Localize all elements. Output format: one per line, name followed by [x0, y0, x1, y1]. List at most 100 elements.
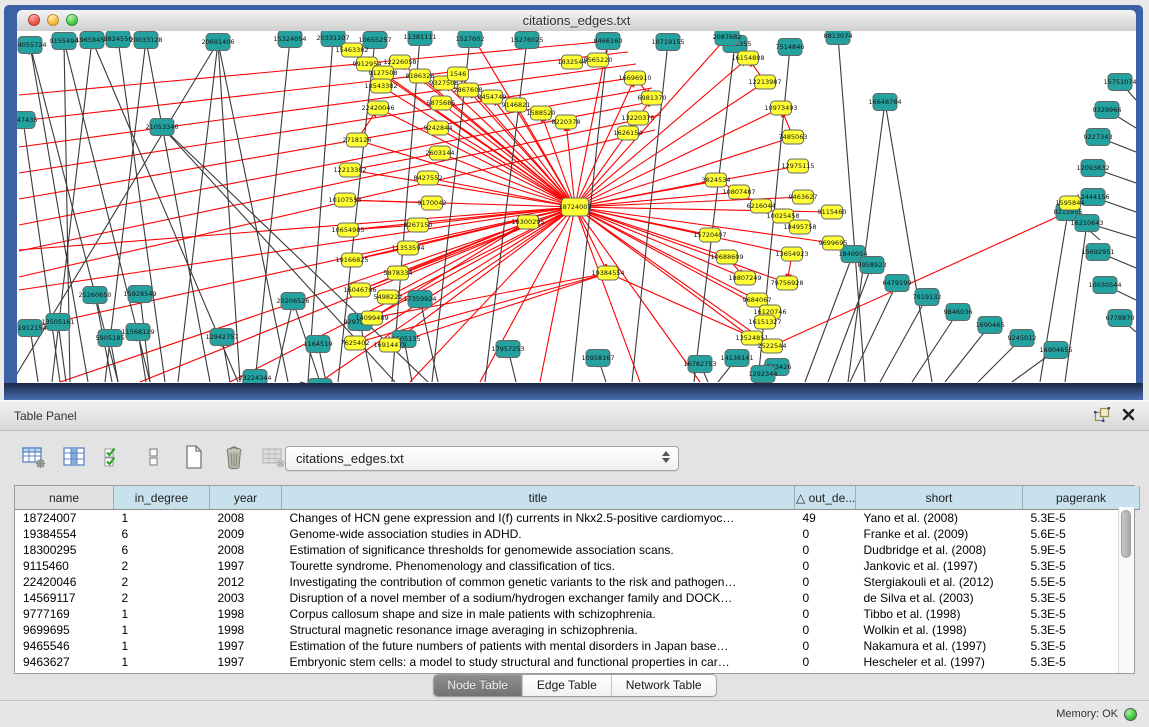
table-cell[interactable]: 6 [114, 526, 210, 542]
table-cell[interactable]: 2009 [210, 526, 282, 542]
graph-node[interactable]: 11381111 [403, 31, 436, 46]
table-cell[interactable]: 18724007 [15, 510, 114, 527]
tab-network-table[interactable]: Network Table [612, 675, 716, 696]
graph-node[interactable]: 16046786 [343, 283, 376, 297]
graph-node[interactable]: 20206526 [276, 293, 309, 310]
graph-node[interactable]: 8466160 [594, 33, 623, 50]
graph-node[interactable]: 9463627 [789, 190, 818, 204]
table-cell[interactable]: 0 [795, 526, 856, 542]
graph-node[interactable]: 9565220 [584, 53, 613, 67]
table-row[interactable]: 1830029562008Estimation of significance … [15, 542, 1140, 558]
column-header-pagerank[interactable]: pagerank [1023, 486, 1140, 510]
table-cell[interactable]: 9777169 [15, 606, 114, 622]
graph-node[interactable]: 12213382 [333, 163, 366, 177]
table-cell[interactable]: Changes of HCN gene expression and I(f) … [282, 510, 795, 527]
table-row[interactable]: 946554611997Estimation of the future num… [15, 638, 1140, 654]
graph-node[interactable]: 9329966 [1093, 102, 1122, 119]
float-window-icon[interactable] [1094, 407, 1110, 427]
graph-node[interactable]: 1690465 [976, 317, 1005, 334]
new-table-icon[interactable] [180, 444, 207, 470]
table-cell[interactable]: 1 [114, 622, 210, 638]
table-cell[interactable]: Nakamura et al. (1997) [856, 638, 1023, 654]
table-cell[interactable]: Tibbo et al. (1998) [856, 606, 1023, 622]
graph-node[interactable]: 22420046 [361, 101, 394, 115]
table-cell[interactable]: 2012 [210, 574, 282, 590]
column-header-title[interactable]: title [282, 486, 795, 510]
graph-node[interactable]: 16904655 [1039, 342, 1072, 359]
graph-node[interactable]: 2087682 [713, 31, 742, 46]
table-cell[interactable]: 1 [114, 510, 210, 527]
graph-node[interactable]: 1832544 [558, 55, 587, 69]
table-cell[interactable]: Stergiakouli et al. (2012) [856, 574, 1023, 590]
table-cell[interactable]: 19384554 [15, 526, 114, 542]
graph-node[interactable]: 20691406 [201, 34, 234, 51]
graph-node[interactable]: 15928549 [123, 286, 156, 303]
graph-node[interactable]: 10973493 [764, 101, 797, 115]
network-graph[interactable]: 2405572491554941965845488245562003312820… [17, 31, 1136, 383]
graph-node[interactable]: 8267150 [404, 218, 433, 232]
table-cell[interactable]: 0 [795, 638, 856, 654]
graph-node[interactable]: 23224344 [238, 370, 271, 384]
graph-node[interactable]: 15276025 [510, 32, 543, 49]
table-cell[interactable]: 49 [795, 510, 856, 527]
graph-node[interactable]: 7625402 [341, 336, 370, 350]
table-cell[interactable]: 9699695 [15, 622, 114, 638]
table-cell[interactable]: Estimation of the future numbers of pati… [282, 638, 795, 654]
graph-node[interactable]: 8958923 [858, 257, 887, 274]
table-cell[interactable]: 2008 [210, 510, 282, 527]
graph-node[interactable]: 11568129 [121, 324, 154, 341]
graph-node[interactable]: 7514846 [776, 39, 805, 56]
graph-node[interactable]: 8427552 [414, 171, 443, 185]
graph-node[interactable]: 16151327 [748, 315, 781, 329]
table-row[interactable]: 946362711997Embryonic stem cells: a mode… [15, 654, 1140, 670]
table-cell[interactable]: 2 [114, 558, 210, 574]
table-cell[interactable]: 0 [795, 558, 856, 574]
graph-node[interactable]: 8220378 [552, 115, 581, 129]
column-header-out_de[interactable]: △ out_de... [795, 486, 856, 510]
table-cell[interactable]: 0 [795, 622, 856, 638]
table-row[interactable]: 2242004622012Investigating the contribut… [15, 574, 1140, 590]
graph-node[interactable]: 9245012 [1008, 330, 1037, 347]
graph-node[interactable]: 10654985 [331, 223, 364, 237]
graph-node[interactable]: 15692951 [1081, 244, 1114, 261]
table-cell[interactable]: Franke et al. (2009) [856, 526, 1023, 542]
memory-status-indicator[interactable] [1124, 708, 1137, 721]
graph-node[interactable]: 6216044 [747, 199, 776, 213]
graph-node[interactable]: 5905185 [96, 330, 125, 347]
graph-node[interactable]: 6981370 [638, 91, 667, 105]
graph-node[interactable]: 10688609 [710, 250, 743, 264]
graph-node[interactable]: 9227343 [1084, 129, 1113, 146]
tab-edge-table[interactable]: Edge Table [523, 675, 612, 696]
table-cell[interactable]: Tourette syndrome. Phenomenology and cla… [282, 558, 795, 574]
table-cell[interactable]: Corpus callosum shape and size in male p… [282, 606, 795, 622]
table-cell[interactable]: 1 [114, 654, 210, 670]
table-cell[interactable]: 2 [114, 574, 210, 590]
graph-node[interactable]: 79756928 [770, 276, 803, 290]
graph-node[interactable]: 12975115 [781, 159, 814, 173]
graph-node[interactable]: 15463382 [335, 43, 368, 57]
row-height-icon[interactable] [140, 444, 167, 470]
table-settings-icon[interactable] [20, 444, 47, 470]
graph-node[interactable]: 5878334 [384, 266, 413, 280]
table-row[interactable]: 1872400712008Changes of HCN gene express… [15, 510, 1140, 527]
graph-node[interactable]: 15324054 [273, 31, 306, 48]
table-cell[interactable]: 9463627 [15, 654, 114, 670]
graph-node[interactable]: 7919132 [913, 289, 942, 306]
graph-node[interactable]: 24055724 [17, 37, 47, 54]
table-cell[interactable]: Jankovic et al. (1997) [856, 558, 1023, 574]
table-row[interactable]: 977716911998Corpus callosum shape and si… [15, 606, 1140, 622]
graph-node[interactable]: 16154808 [731, 51, 764, 65]
graph-node[interactable]: 2603144 [426, 146, 455, 160]
table-select-dropdown[interactable]: citations_edges.txt [285, 446, 679, 471]
graph-node[interactable]: 2522544 [758, 339, 787, 353]
table-cell[interactable]: 6 [114, 542, 210, 558]
table-cell[interactable]: 1 [114, 606, 210, 622]
table-cell[interactable]: 1997 [210, 654, 282, 670]
table-cell[interactable]: 0 [795, 590, 856, 606]
table-cell[interactable]: 0 [795, 574, 856, 590]
table-cell[interactable]: 14569117 [15, 590, 114, 606]
graph-node[interactable]: 5875685 [427, 96, 456, 110]
table-row[interactable]: 969969511998Structural magnetic resonanc… [15, 622, 1140, 638]
network-canvas[interactable]: 2405572491554941965845488245562003312820… [17, 31, 1136, 383]
column-select-icon[interactable] [60, 444, 87, 470]
